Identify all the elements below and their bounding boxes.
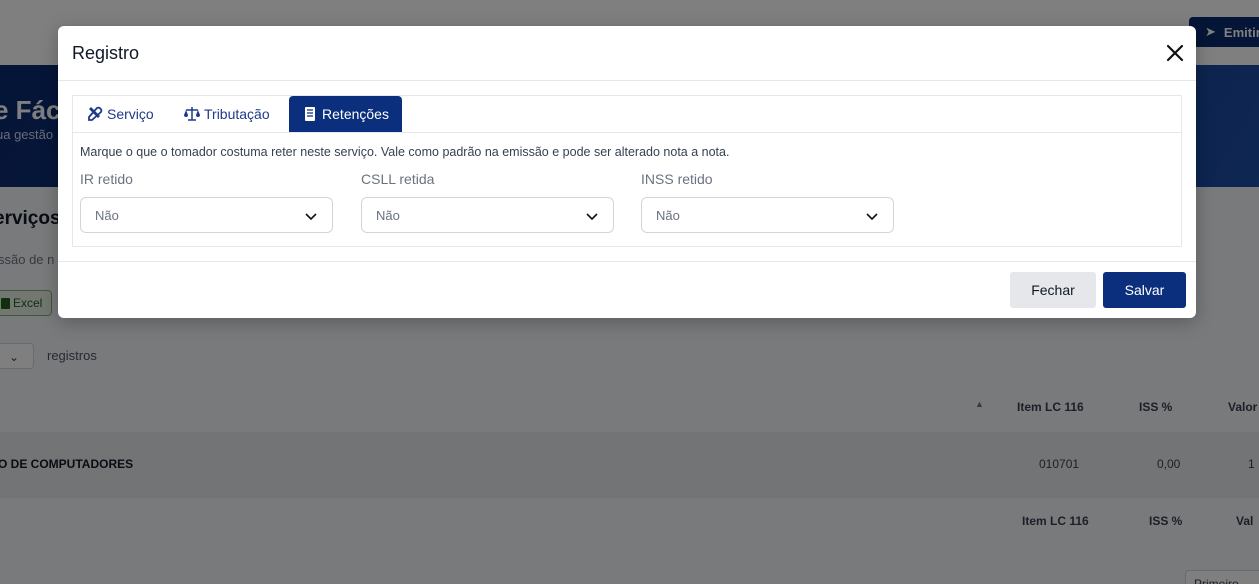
receipt-icon xyxy=(305,107,316,121)
ir-retido-value: Não xyxy=(95,207,119,223)
ir-retido-select[interactable]: Não xyxy=(80,197,333,233)
tab-tributacao-label: Tributação xyxy=(204,106,270,122)
salvar-button[interactable]: Salvar xyxy=(1103,272,1186,308)
inss-retido-value: Não xyxy=(656,207,680,223)
retention-hint: Marque o que o tomador costuma reter nes… xyxy=(80,145,730,159)
tab-tributacao[interactable]: Tributação xyxy=(176,96,278,132)
ir-retido-field: IR retido Não xyxy=(80,171,333,233)
inss-retido-select[interactable]: Não xyxy=(641,197,894,233)
csll-retida-value: Não xyxy=(376,207,400,223)
csll-retida-select[interactable]: Não xyxy=(361,197,614,233)
modal-body: Serviço Tributação Retenções Marque o qu… xyxy=(72,95,1182,247)
tab-retencoes[interactable]: Retenções xyxy=(289,96,402,132)
ir-retido-label: IR retido xyxy=(80,171,133,187)
tab-servico[interactable]: Serviço xyxy=(79,96,162,132)
tab-bar: Serviço Tributação Retenções xyxy=(73,96,1181,133)
modal-footer: Fechar Salvar xyxy=(58,261,1196,318)
close-icon xyxy=(1166,44,1184,62)
modal-header: Registro xyxy=(58,26,1196,81)
close-button[interactable] xyxy=(1163,41,1187,65)
tab-servico-label: Serviço xyxy=(107,106,154,122)
modal-title: Registro xyxy=(72,43,140,63)
inss-retido-field: INSS retido Não xyxy=(641,171,894,233)
registro-modal: Registro Serviço Tributação Retenções Ma… xyxy=(58,26,1196,318)
tools-icon xyxy=(88,106,103,121)
fechar-button[interactable]: Fechar xyxy=(1010,272,1096,308)
chevron-down-icon xyxy=(586,213,598,221)
inss-retido-label: INSS retido xyxy=(641,171,713,187)
chevron-down-icon xyxy=(305,213,317,221)
chevron-down-icon xyxy=(866,213,878,221)
scale-icon xyxy=(184,107,200,121)
tab-retencoes-label: Retenções xyxy=(322,106,389,122)
csll-retida-field: CSLL retida Não xyxy=(361,171,614,233)
csll-retida-label: CSLL retida xyxy=(361,171,435,187)
